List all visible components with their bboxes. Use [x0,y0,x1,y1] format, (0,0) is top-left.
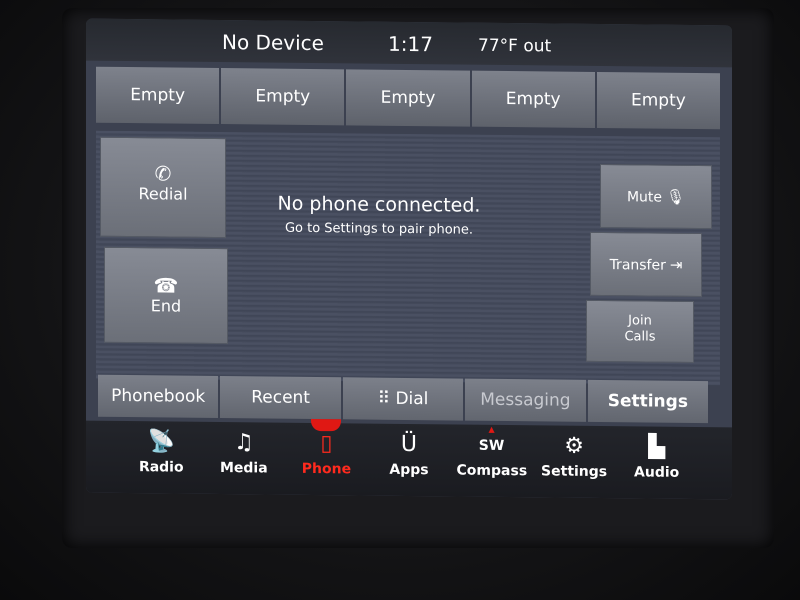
no-phone-message: No phone connected. Go to Settings to pa… [234,192,524,238]
compass-heading: SW [478,437,505,454]
mute-label: Mute [626,189,662,206]
infotainment-screen: No Device 1:17 77°F out Empty Empty Empt… [86,18,732,500]
mute-button[interactable]: Mute 🎙 [600,164,712,230]
nav-audio[interactable]: ▙ Audio [622,426,692,499]
phone-main-panel: ✆ Redial ☎ End No phone connected. Go to… [96,130,720,386]
favorite-slot-2[interactable]: Empty [221,68,345,126]
nav-apps-label: Apps [389,461,429,479]
favorites-row: Empty Empty Empty Empty Empty [96,66,721,130]
radio-tower-icon: 📡 [147,429,175,455]
join-label-2: Calls [624,329,656,345]
transfer-button[interactable]: Transfer ⇥ [590,231,702,298]
redial-label: Redial [138,184,188,204]
device-status: No Device [222,30,324,56]
redial-button[interactable]: ✆ Redial [100,136,226,239]
favorite-slot-4[interactable]: Empty [471,70,595,128]
outside-temperature: 77°F out [478,35,552,57]
message-subtitle: Go to Settings to pair phone. [284,220,474,238]
nav-apps[interactable]: Ü Apps [374,424,444,497]
nav-radio[interactable]: 📡 Radio [126,421,196,494]
gear-icon: ⚙ [564,433,584,459]
transfer-icon: ⇥ [669,255,683,274]
hangup-icon: ☎ [153,273,179,298]
nav-media-label: Media [219,460,268,477]
nav-compass[interactable]: ▲ SW Compass [456,424,528,497]
tab-recent[interactable]: Recent [220,376,341,420]
status-bar: No Device 1:17 77°F out [86,18,732,68]
apps-icon: Ü [400,431,418,458]
mic-mute-icon: 🎙 [666,187,686,206]
equalizer-icon: ▙ [648,434,666,460]
join-label-1: Join [628,313,652,329]
end-call-button[interactable]: ☎ End [104,246,228,345]
end-label: End [150,296,182,316]
join-calls-button[interactable]: Join Calls [586,299,694,363]
nav-phone[interactable]: ▯ Phone [291,423,361,496]
tab-phonebook[interactable]: Phonebook [98,374,219,419]
mobile-phone-icon: ▯ [320,431,333,457]
nav-media[interactable]: ♫ Media [209,422,279,495]
favorite-slot-1[interactable]: Empty [96,66,220,125]
transfer-label: Transfer [609,257,666,274]
tab-dial[interactable]: ⠿ Dial [342,377,464,421]
nav-settings[interactable]: ⚙ Settings [539,425,609,498]
message-title: No phone connected. [277,192,481,217]
tab-settings[interactable]: Settings [587,379,709,424]
compass-arrow-icon: ▲ [488,424,495,434]
bottom-nav: 📡 Radio ♫ Media ▯ Phone Ü Apps ▲ SW Comp… [86,420,732,500]
music-note-icon: ♫ [233,430,254,456]
nav-phone-label: Phone [301,460,352,478]
favorite-slot-3[interactable]: Empty [346,69,470,127]
tab-messaging[interactable]: Messaging [465,378,586,422]
phone-tabs: Phonebook Recent ⠿ Dial Messaging Settin… [98,374,709,424]
clock: 1:17 [388,31,433,57]
tab-dial-label: Dial [395,388,429,410]
nav-settings-label: Settings [541,463,608,481]
phone-icon: ✆ [154,161,172,186]
nav-radio-label: Radio [138,459,184,476]
dialpad-icon: ⠿ [377,388,396,409]
nav-audio-label: Audio [634,464,680,481]
nav-compass-label: Compass [456,462,528,480]
favorite-slot-5[interactable]: Empty [596,71,721,130]
